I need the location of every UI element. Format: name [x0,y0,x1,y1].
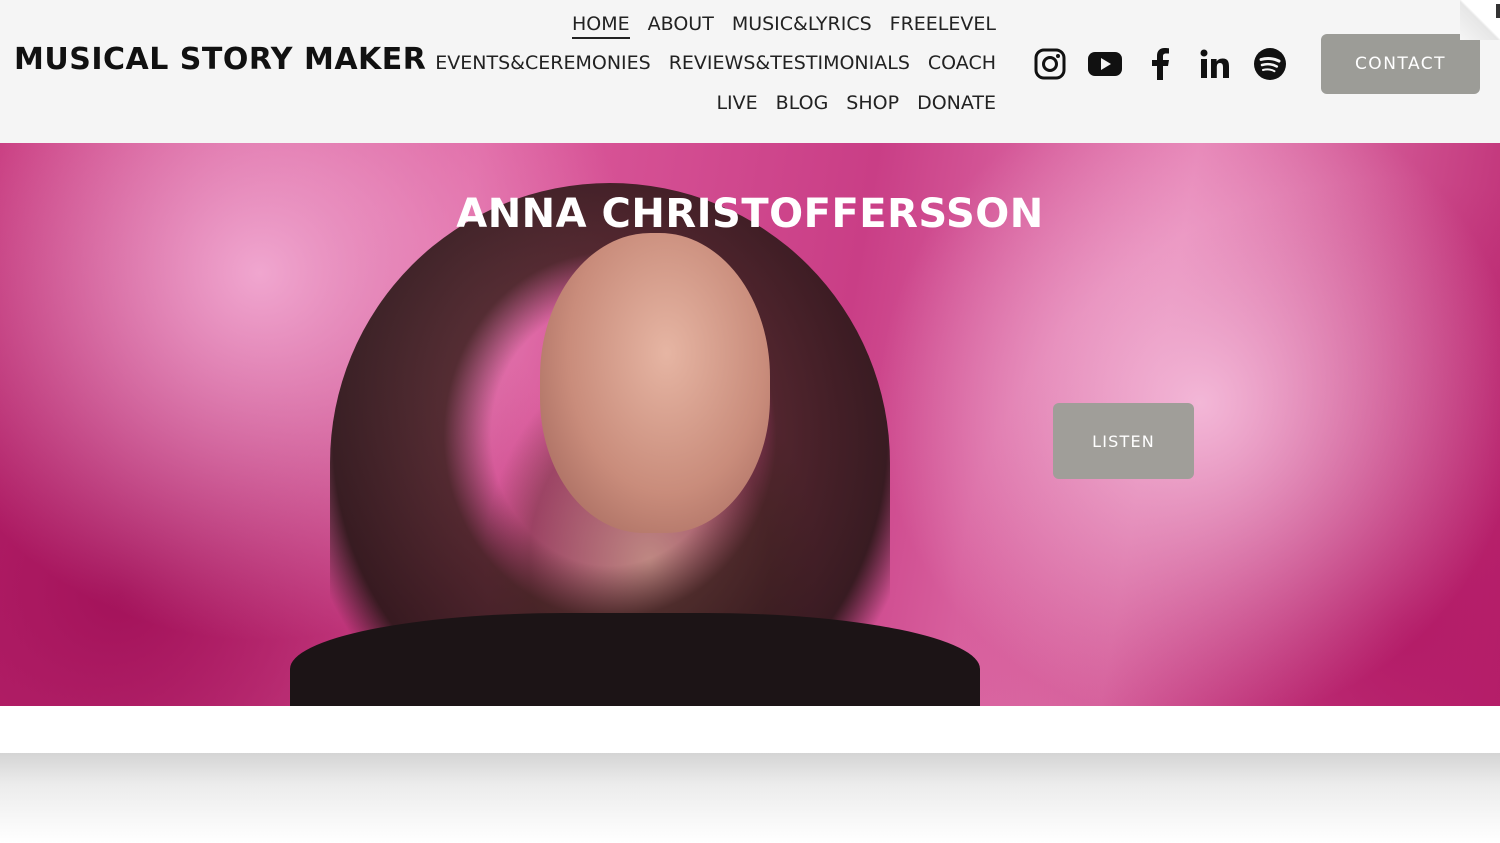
content-spacer [0,706,1500,753]
site-title[interactable]: MUSICAL STORY MAKER [14,42,426,77]
nav-item-home[interactable]: HOME [572,13,630,39]
listen-button[interactable]: LISTEN [1053,403,1194,479]
nav-item-events-ceremonies[interactable]: EVENTS&CEREMONIES [435,52,650,74]
nav-item-about[interactable]: ABOUT [648,13,714,35]
hero-title: ANNA CHRISTOFFERSSON [456,191,1044,237]
nav-item-blog[interactable]: BLOG [776,92,829,114]
facebook-icon[interactable] [1141,45,1179,83]
corner-mark [1496,4,1500,18]
nav-item-coach[interactable]: COACH [928,52,996,74]
spotify-icon[interactable] [1251,45,1289,83]
hero-portrait-face [540,233,770,533]
nav-item-shop[interactable]: SHOP [846,92,899,114]
instagram-icon[interactable] [1031,45,1069,83]
social-links [1031,45,1289,83]
youtube-icon[interactable] [1086,45,1124,83]
nav-item-live[interactable]: LIVE [716,92,757,114]
nav-row-2: EVENTS&CEREMONIES REVIEWS&TESTIMONIALS C… [417,52,996,74]
site-header: MUSICAL STORY MAKER HOME ABOUT MUSIC&LYR… [0,0,1500,143]
hero-banner: ANNA CHRISTOFFERSSON LISTEN [0,143,1500,706]
page-shadow [0,753,1500,843]
nav-item-music-lyrics[interactable]: MUSIC&LYRICS [732,13,872,35]
nav-row-3: LIVE BLOG SHOP DONATE [698,92,996,114]
nav-row-1: HOME ABOUT MUSIC&LYRICS FREELEVEL [554,13,996,39]
contact-button[interactable]: CONTACT [1321,34,1480,94]
linkedin-icon[interactable] [1196,45,1234,83]
hero-portrait-shirt [290,613,980,706]
nav-item-reviews-testimonials[interactable]: REVIEWS&TESTIMONIALS [669,52,910,74]
page-corner-fold [1460,0,1500,40]
nav-item-donate[interactable]: DONATE [917,92,996,114]
nav-item-freelevel[interactable]: FREELEVEL [890,13,996,35]
